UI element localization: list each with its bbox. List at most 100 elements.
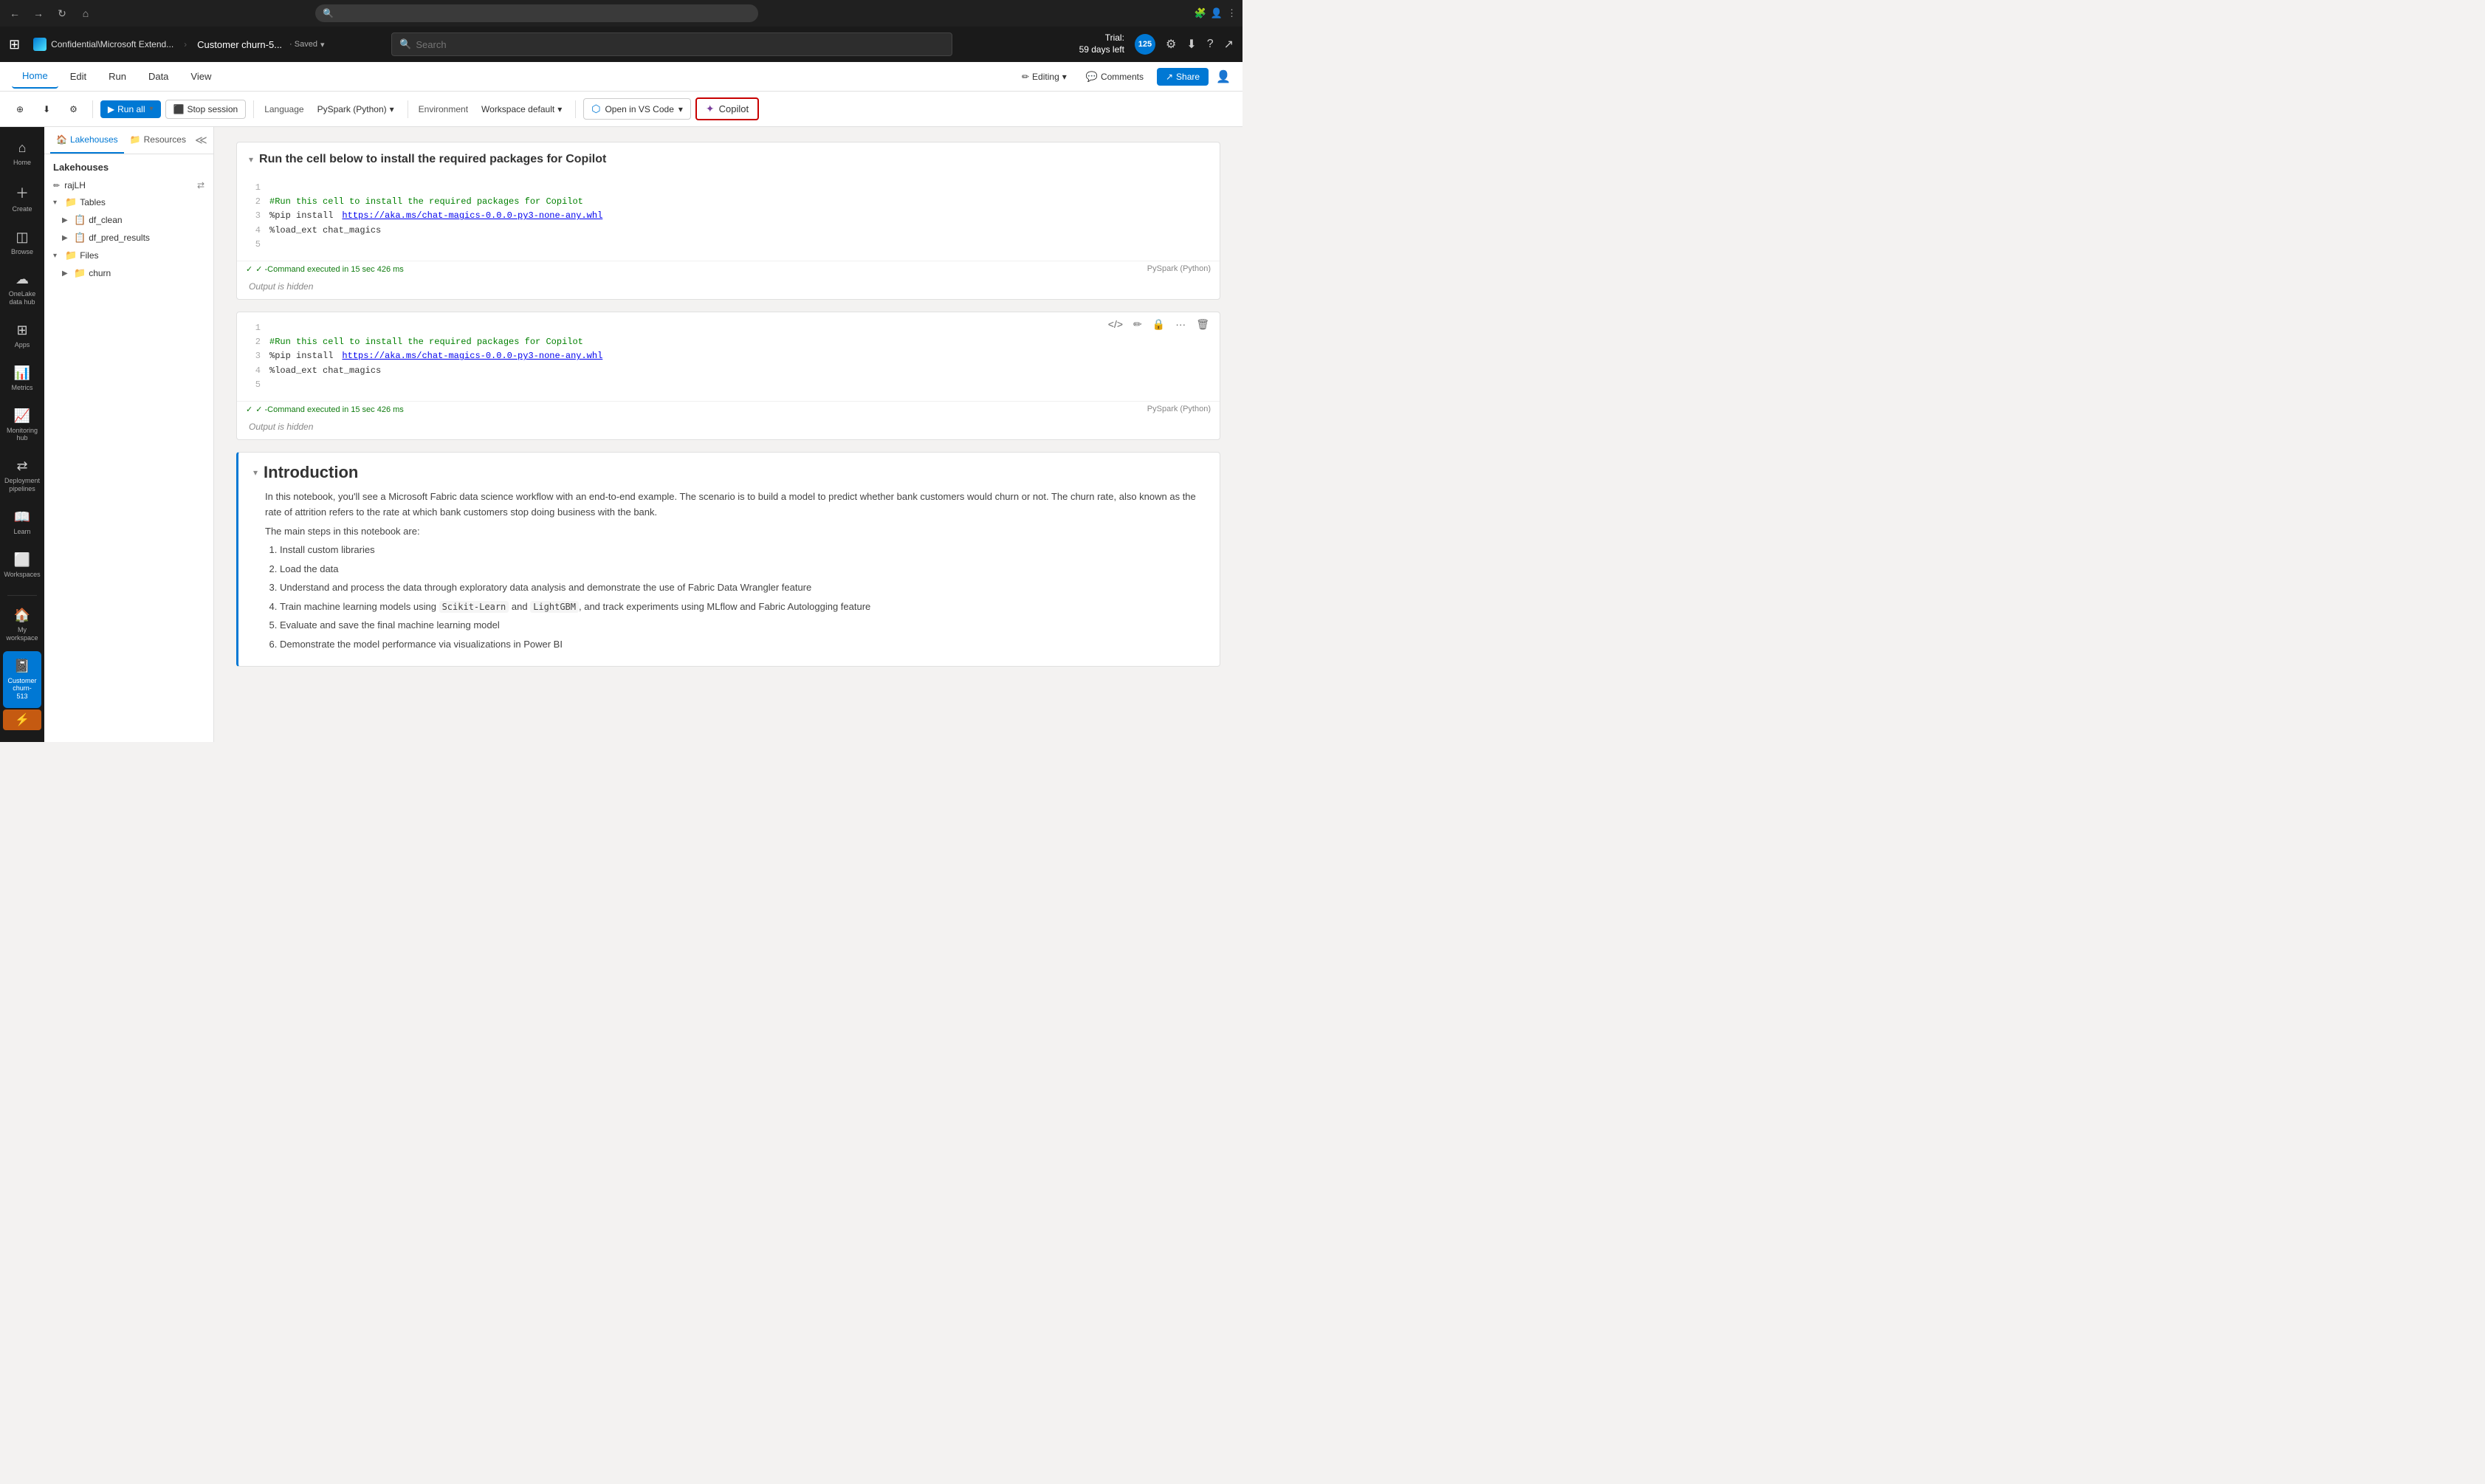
cell-1-toggle[interactable]: ▾ — [249, 154, 253, 165]
waffle-icon[interactable]: ⊞ — [9, 37, 20, 52]
sidebar-item-apps[interactable]: ⊞ Apps — [3, 315, 41, 357]
share-button[interactable]: ↗ Share — [1157, 68, 1209, 86]
sidebar-item-workspaces[interactable]: ⬜ Workspaces — [3, 545, 41, 586]
sidebar-label-onelake: OneLake data hub — [9, 290, 36, 306]
download-icon[interactable]: ⬇ — [1186, 37, 1196, 52]
intro-toggle[interactable]: ▾ — [253, 467, 258, 478]
cell-2-code[interactable]: 1 2 #Run this cell to install the requir… — [237, 312, 1220, 401]
stop-session-button[interactable]: ⬛ Stop session — [165, 100, 247, 119]
tab-home[interactable]: Home — [12, 64, 58, 89]
home-button[interactable]: ⌂ — [77, 7, 94, 19]
language-select[interactable]: PySpark (Python) ▾ — [312, 101, 400, 117]
search-bar[interactable]: 🔍 — [391, 32, 952, 56]
forward-button[interactable]: → — [30, 7, 47, 19]
settings-toolbar-button[interactable]: ⚙ — [62, 100, 85, 118]
search-input[interactable] — [416, 39, 944, 50]
df-pred-toggle[interactable]: ▶ — [62, 234, 71, 242]
df-clean-label: df_clean — [89, 215, 204, 225]
df-clean-toggle[interactable]: ▶ — [62, 216, 71, 224]
refresh-button[interactable]: ↻ — [53, 7, 71, 20]
language-label: Language — [261, 104, 306, 114]
fabric-logo: Confidential\Microsoft Extend... — [33, 38, 173, 51]
apps-icon: ⊞ — [16, 323, 27, 338]
intro-paragraph-1: In this notebook, you'll see a Microsoft… — [238, 489, 1220, 526]
sidebar-label-workspaces: Workspaces — [4, 571, 40, 579]
code-line-2-4: 4 %load_ext chat_magics — [249, 364, 1208, 378]
sidebar-label-browse: Browse — [11, 248, 33, 256]
step-6: Demonstrate the model performance via vi… — [280, 636, 1205, 653]
url-input[interactable] — [338, 9, 751, 18]
avatar-badge[interactable]: 125 — [1135, 34, 1155, 55]
comments-button[interactable]: 💬 Comments — [1080, 68, 1149, 86]
separator-4 — [575, 100, 576, 118]
sidebar-item-learn[interactable]: 📖 Learn — [3, 502, 41, 543]
trial-info: Trial: 59 days left — [1079, 32, 1124, 55]
tables-tree-item[interactable]: ▾ 📁 Tables — [44, 193, 213, 211]
copilot-button[interactable]: ✦ Copilot — [695, 97, 759, 120]
churn-label: churn — [89, 268, 204, 278]
edit-cell-icon[interactable]: ✏ — [1130, 317, 1145, 332]
sidebar-item-metrics[interactable]: 📊 Metrics — [3, 358, 41, 399]
collapse-explorer-button[interactable]: ≪ — [192, 127, 210, 154]
user-icon[interactable]: 👤 — [1216, 69, 1231, 84]
run-all-dropdown-arrow: ▾ — [149, 105, 153, 113]
sidebar-label-myworkspace: My workspace — [6, 626, 38, 642]
notebook-area[interactable]: ▾ Run the cell below to install the requ… — [214, 127, 1242, 742]
panel-container: 🏠 Lakehouses 📁 Resources ≪ Lakehouses ✏ … — [44, 127, 1242, 742]
tab-view[interactable]: View — [180, 65, 221, 88]
toolbar: ⊕ ⬇ ⚙ ▶ Run all ▾ ⬛ Stop session Languag… — [0, 92, 1242, 127]
code-line-5: 5 — [249, 238, 1208, 252]
code-line-1: 1 — [249, 181, 1208, 195]
share2-icon[interactable]: ↗ — [1224, 37, 1234, 52]
more-cell-icon[interactable]: ··· — [1172, 317, 1189, 332]
sidebar-item-onelake[interactable]: ☁ OneLake data hub — [3, 264, 41, 314]
sidebar-item-browse[interactable]: ◫ Browse — [3, 222, 41, 264]
user-tree-item[interactable]: ✏ rajLH ⇄ — [44, 177, 213, 193]
tab-data[interactable]: Data — [138, 65, 179, 88]
tables-toggle[interactable]: ▾ — [53, 199, 62, 207]
download-button[interactable]: ⬇ — [35, 100, 58, 118]
cell-1-code[interactable]: 1 2 #Run this cell to install the requir… — [237, 172, 1220, 261]
editing-button[interactable]: ✏ Editing ▾ — [1016, 69, 1073, 85]
sidebar-item-customerchurn[interactable]: 📓 Customer churn-513 — [3, 651, 41, 708]
tab-run[interactable]: Run — [98, 65, 137, 88]
files-tree-item[interactable]: ▾ 📁 Files — [44, 247, 213, 264]
sidebar-item-monitoring[interactable]: 📈 Monitoring hub — [3, 401, 41, 450]
code-editor-icon[interactable]: </> — [1105, 317, 1126, 332]
url-bar[interactable]: 🔍 — [315, 4, 758, 22]
monitoring-icon: 📈 — [14, 408, 30, 424]
churn-item[interactable]: ▶ 📁 churn — [44, 264, 213, 282]
workspace-select[interactable]: Workspace default ▾ — [475, 101, 568, 117]
explorer-tab-resources[interactable]: 📁 Resources — [124, 127, 192, 154]
profile-icon[interactable]: 👤 — [1211, 7, 1223, 19]
churn-toggle[interactable]: ▶ — [62, 269, 71, 278]
sidebar-item-create[interactable]: ＋ Create — [3, 176, 41, 221]
code-line-2-1: 1 — [249, 321, 1208, 335]
sidebar-item-home[interactable]: ⌂ Home — [3, 133, 41, 174]
lock-cell-icon[interactable]: 🔒 — [1149, 317, 1168, 332]
delete-cell-icon[interactable]: 🗑 — [1193, 317, 1212, 332]
more-icon[interactable]: ⋮ — [1227, 7, 1237, 19]
open-vscode-button[interactable]: ⬡ Open in VS Code ▾ — [583, 98, 691, 120]
introduction-section: ▾ Introduction In this notebook, you'll … — [236, 452, 1220, 667]
df-clean-item[interactable]: ▶ 📋 df_clean — [44, 211, 213, 229]
extensions-icon[interactable]: 🧩 — [1195, 7, 1206, 19]
cell-1-title: Run the cell below to install the requir… — [259, 153, 606, 166]
help-icon[interactable]: ? — [1207, 38, 1214, 51]
customerchurn-icon: 📓 — [14, 659, 30, 674]
user-name: rajLH — [64, 180, 86, 190]
cell-2-output: Output is hidden — [237, 417, 1220, 439]
sidebar-item-deployment[interactable]: ⇄ Deployment pipelines — [3, 451, 41, 501]
notebook-title[interactable]: Customer churn-5... — [197, 39, 282, 50]
add-code-button[interactable]: ⊕ — [9, 100, 31, 118]
tab-edit[interactable]: Edit — [60, 65, 97, 88]
df-pred-results-item[interactable]: ▶ 📋 df_pred_results — [44, 229, 213, 247]
files-toggle[interactable]: ▾ — [53, 252, 62, 260]
settings-icon[interactable]: ⚙ — [1166, 37, 1176, 52]
explorer-tab-lakehouses[interactable]: 🏠 Lakehouses — [50, 127, 124, 154]
back-button[interactable]: ← — [6, 7, 24, 19]
sidebar-item-myworkspace[interactable]: 🏠 My workspace — [3, 600, 41, 650]
run-all-button[interactable]: ▶ Run all ▾ — [100, 100, 161, 118]
code-link-2: https://aka.ms/chat-magics-0.0.0-py3-non… — [342, 349, 602, 363]
saved-badge[interactable]: · Saved ▾ — [289, 40, 324, 49]
